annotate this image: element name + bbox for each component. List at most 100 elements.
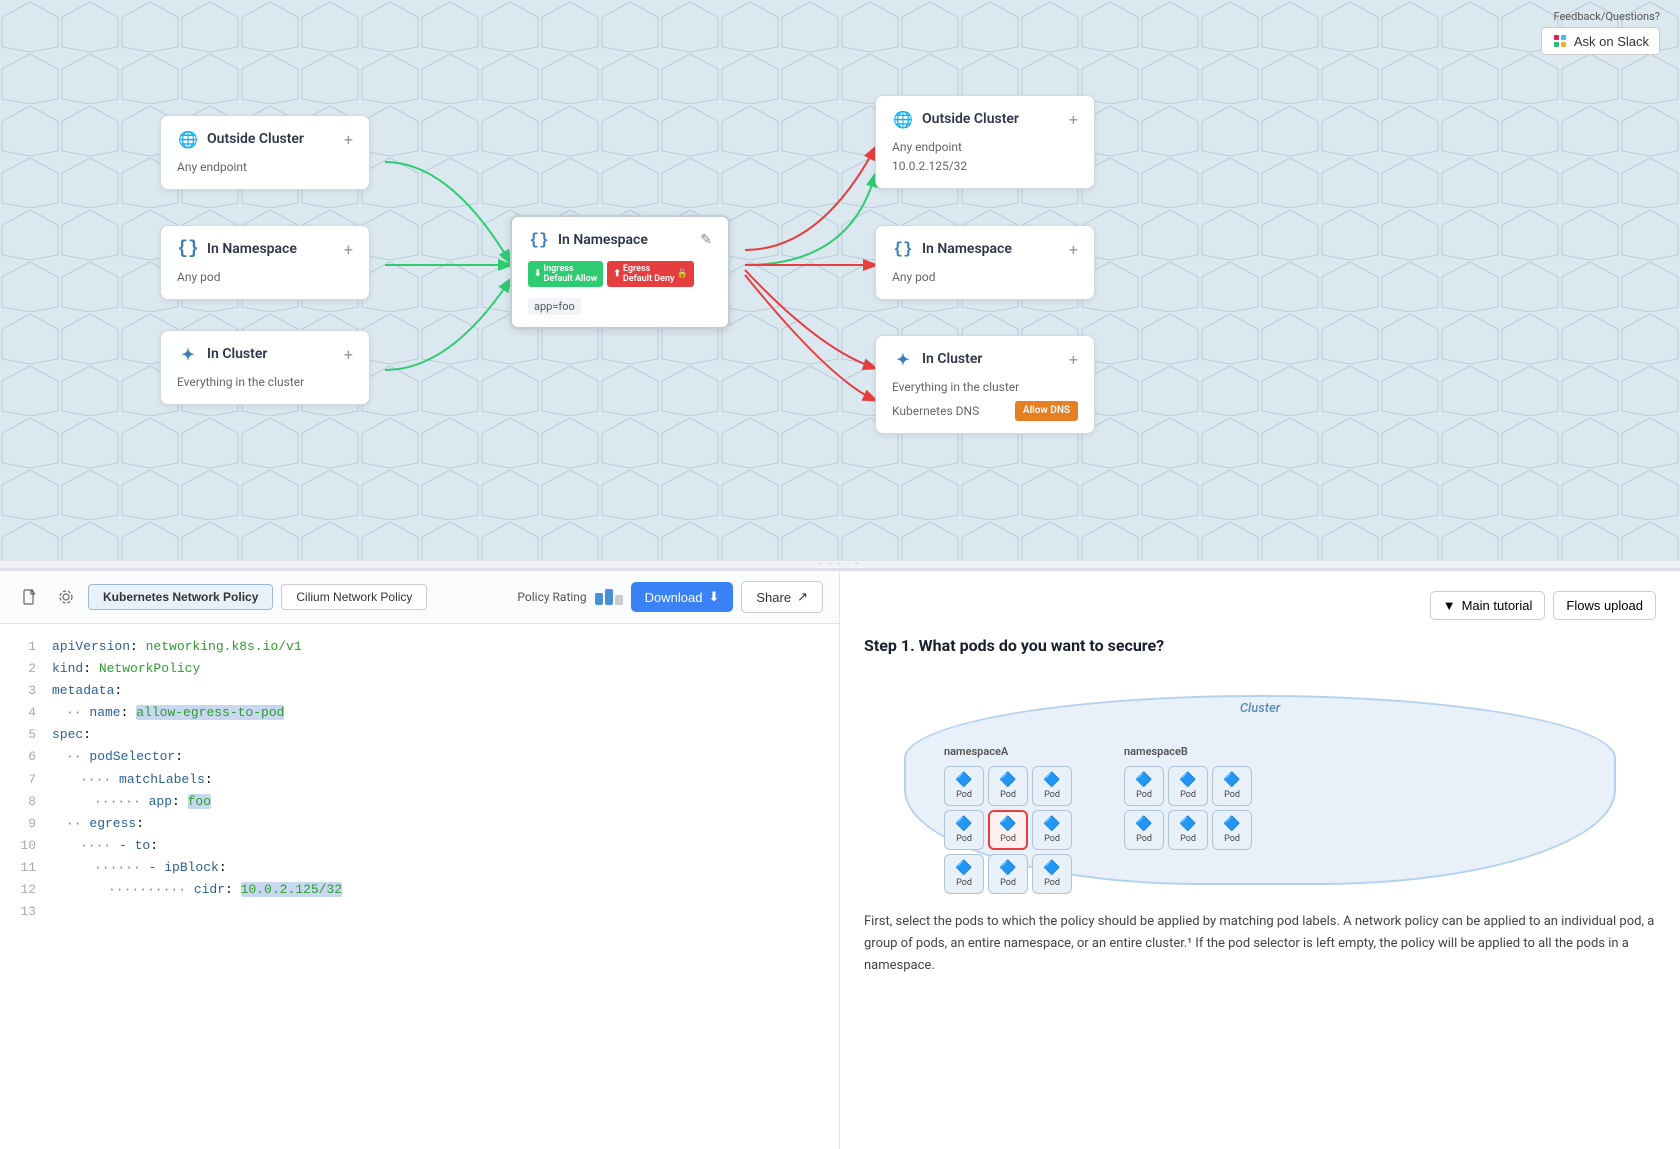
- pod-icon: 🔷: [1179, 772, 1196, 788]
- in-cluster-right-icon: ✦: [892, 348, 914, 370]
- cilium-tab-button[interactable]: Cilium Network Policy: [281, 584, 427, 610]
- in-namespace-left-entry1: Any pod: [177, 268, 353, 287]
- outside-cluster-right-icon: 🌐: [892, 108, 914, 130]
- line-content-8: ······ app: foo: [52, 791, 211, 813]
- center-edit-icon[interactable]: ✎: [700, 232, 712, 248]
- download-icon: ⬇: [708, 589, 719, 605]
- pod-label: app=foo: [528, 298, 581, 315]
- in-namespace-left-icon: {}: [177, 238, 199, 260]
- pod-icon: 🔷: [999, 772, 1016, 788]
- pod-icon: 🔷: [1043, 816, 1060, 832]
- tutorial-toolbar: ▼ Main tutorial Flows upload: [864, 591, 1656, 620]
- main-tutorial-label: Main tutorial: [1462, 598, 1533, 613]
- in-cluster-right-plus[interactable]: +: [1069, 350, 1078, 369]
- in-cluster-left-node: ✦ In Cluster + Everything in the cluster: [160, 330, 370, 405]
- settings-icon-button[interactable]: [52, 583, 80, 611]
- in-cluster-left-plus[interactable]: +: [344, 345, 353, 364]
- line-num-5: 5: [16, 724, 36, 746]
- in-cluster-left-icon: ✦: [177, 343, 199, 365]
- line-content-7: ···· matchLabels:: [52, 769, 213, 791]
- ingress-badge: ⬇ IngressDefault Allow: [528, 261, 603, 287]
- outside-cluster-left-plus[interactable]: +: [344, 130, 353, 149]
- drag-dots-icon: · · · · ·: [820, 559, 861, 570]
- outside-cluster-right-entry2: 10.0.2.125/32: [892, 157, 1078, 176]
- in-cluster-right-node: ✦ In Cluster + Everything in the cluster…: [875, 335, 1095, 434]
- line-num-9: 9: [16, 813, 36, 835]
- diagram-area: Feedback/Questions? Ask on Slack: [0, 0, 1680, 560]
- ask-on-slack-button[interactable]: Ask on Slack: [1541, 27, 1660, 55]
- line-num-1: 1: [16, 636, 36, 658]
- pod-icon: 🔷: [1223, 816, 1240, 832]
- code-panel: Kubernetes Network Policy Cilium Network…: [0, 571, 840, 1149]
- in-namespace-left-plus[interactable]: +: [344, 240, 353, 259]
- namespace-b-pod-grid: 🔷Pod 🔷Pod 🔷Pod 🔷Pod 🔷Pod 🔷Pod: [1124, 766, 1252, 850]
- rating-bars: [595, 589, 623, 605]
- download-button[interactable]: Download ⬇: [631, 582, 734, 612]
- in-namespace-right-title: In Namespace: [922, 241, 1012, 257]
- tutorial-step-title: Step 1. What pods do you want to secure?: [864, 636, 1656, 655]
- pod-icon: 🔷: [999, 816, 1016, 832]
- new-file-icon-button[interactable]: [16, 583, 44, 611]
- pod-icon: 🔷: [1179, 816, 1196, 832]
- namespace-a-group: namespaceA 🔷Pod 🔷Pod 🔷Pod 🔷Pod 🔷Pod 🔷Pod…: [944, 745, 1072, 894]
- line-num-10: 10: [16, 835, 36, 857]
- k8s-tab-button[interactable]: Kubernetes Network Policy: [88, 584, 273, 610]
- pod-b-6: 🔷Pod: [1212, 810, 1252, 850]
- flows-upload-tab[interactable]: Flows upload: [1553, 591, 1656, 620]
- code-line-2: 2 kind: NetworkPolicy: [16, 658, 823, 680]
- rating-bar-3: [615, 595, 623, 605]
- pod-b-1: 🔷Pod: [1124, 766, 1164, 806]
- code-line-4: 4 ·· name: allow-egress-to-pod: [16, 702, 823, 724]
- in-namespace-right-plus[interactable]: +: [1069, 240, 1078, 259]
- namespace-b-group: namespaceB 🔷Pod 🔷Pod 🔷Pod 🔷Pod 🔷Pod 🔷Pod: [1124, 745, 1252, 850]
- code-content[interactable]: 1 apiVersion: networking.k8s.io/v1 2 kin…: [0, 624, 839, 1149]
- outside-cluster-right-entry1: Any endpoint: [892, 138, 1078, 157]
- line-content-3: metadata:: [52, 680, 122, 702]
- code-line-13: 13: [16, 901, 823, 923]
- line-content-4: ·· name: allow-egress-to-pod: [52, 702, 284, 724]
- pod-a-3: 🔷Pod: [1032, 766, 1072, 806]
- outside-cluster-right-node: 🌐 Outside Cluster + Any endpoint 10.0.2.…: [875, 95, 1095, 189]
- outside-cluster-right-plus[interactable]: +: [1069, 110, 1078, 129]
- pod-icon: 🔷: [1043, 860, 1060, 876]
- bottom-panel: Kubernetes Network Policy Cilium Network…: [0, 568, 1680, 1149]
- feedback-section: Feedback/Questions? Ask on Slack: [1541, 10, 1660, 55]
- pod-a-1: 🔷Pod: [944, 766, 984, 806]
- pod-a-7: 🔷Pod: [944, 854, 984, 894]
- pod-a-9: 🔷Pod: [1032, 854, 1072, 894]
- line-num-7: 7: [16, 769, 36, 791]
- pod-icon: 🔷: [999, 860, 1016, 876]
- pod-a-8: 🔷Pod: [988, 854, 1028, 894]
- namespace-a-pod-grid: 🔷Pod 🔷Pod 🔷Pod 🔷Pod 🔷Pod 🔷Pod 🔷Pod 🔷Pod …: [944, 766, 1072, 894]
- policy-rating: Policy Rating: [517, 589, 622, 605]
- share-icon: ↗: [797, 589, 808, 605]
- line-content-12: ·········· cidr: 10.0.2.125/32: [52, 879, 342, 901]
- pod-a-5-selected: 🔷Pod: [988, 810, 1028, 850]
- share-button[interactable]: Share ↗: [741, 581, 823, 613]
- line-content-1: apiVersion: networking.k8s.io/v1: [52, 636, 302, 658]
- allow-dns-badge: Allow DNS: [1015, 401, 1078, 421]
- pod-b-3: 🔷Pod: [1212, 766, 1252, 806]
- egress-badge: ⬆ EgressDefault Deny 🔒: [607, 261, 693, 287]
- download-label: Download: [645, 590, 703, 605]
- pod-icon: 🔷: [1135, 816, 1152, 832]
- in-cluster-left-entry: Everything in the cluster: [177, 373, 353, 392]
- center-title: In Namespace: [558, 232, 648, 248]
- in-namespace-left-node: {} In Namespace + Any pod: [160, 225, 370, 300]
- line-num-6: 6: [16, 746, 36, 768]
- main-tutorial-dropdown[interactable]: ▼ Main tutorial: [1430, 591, 1546, 620]
- cluster-diagram: Cluster namespaceA 🔷Pod 🔷Pod 🔷Pod 🔷Pod 🔷…: [864, 675, 1656, 895]
- outside-cluster-left-entry1: Any endpoint: [177, 158, 353, 177]
- code-line-6: 6 ·· podSelector:: [16, 746, 823, 768]
- pod-a-6: 🔷Pod: [1032, 810, 1072, 850]
- share-label: Share: [756, 590, 791, 605]
- center-icon: {}: [528, 229, 550, 251]
- namespace-b-label: namespaceB: [1124, 745, 1252, 758]
- namespace-a-label: namespaceA: [944, 745, 1072, 758]
- outside-cluster-left-title: Outside Cluster: [207, 131, 304, 147]
- in-cluster-left-title: In Cluster: [207, 346, 267, 362]
- line-content-6: ·· podSelector:: [52, 746, 183, 768]
- pod-icon: 🔷: [1135, 772, 1152, 788]
- rating-bar-1: [595, 593, 603, 605]
- drag-handle[interactable]: · · · · ·: [0, 560, 1680, 568]
